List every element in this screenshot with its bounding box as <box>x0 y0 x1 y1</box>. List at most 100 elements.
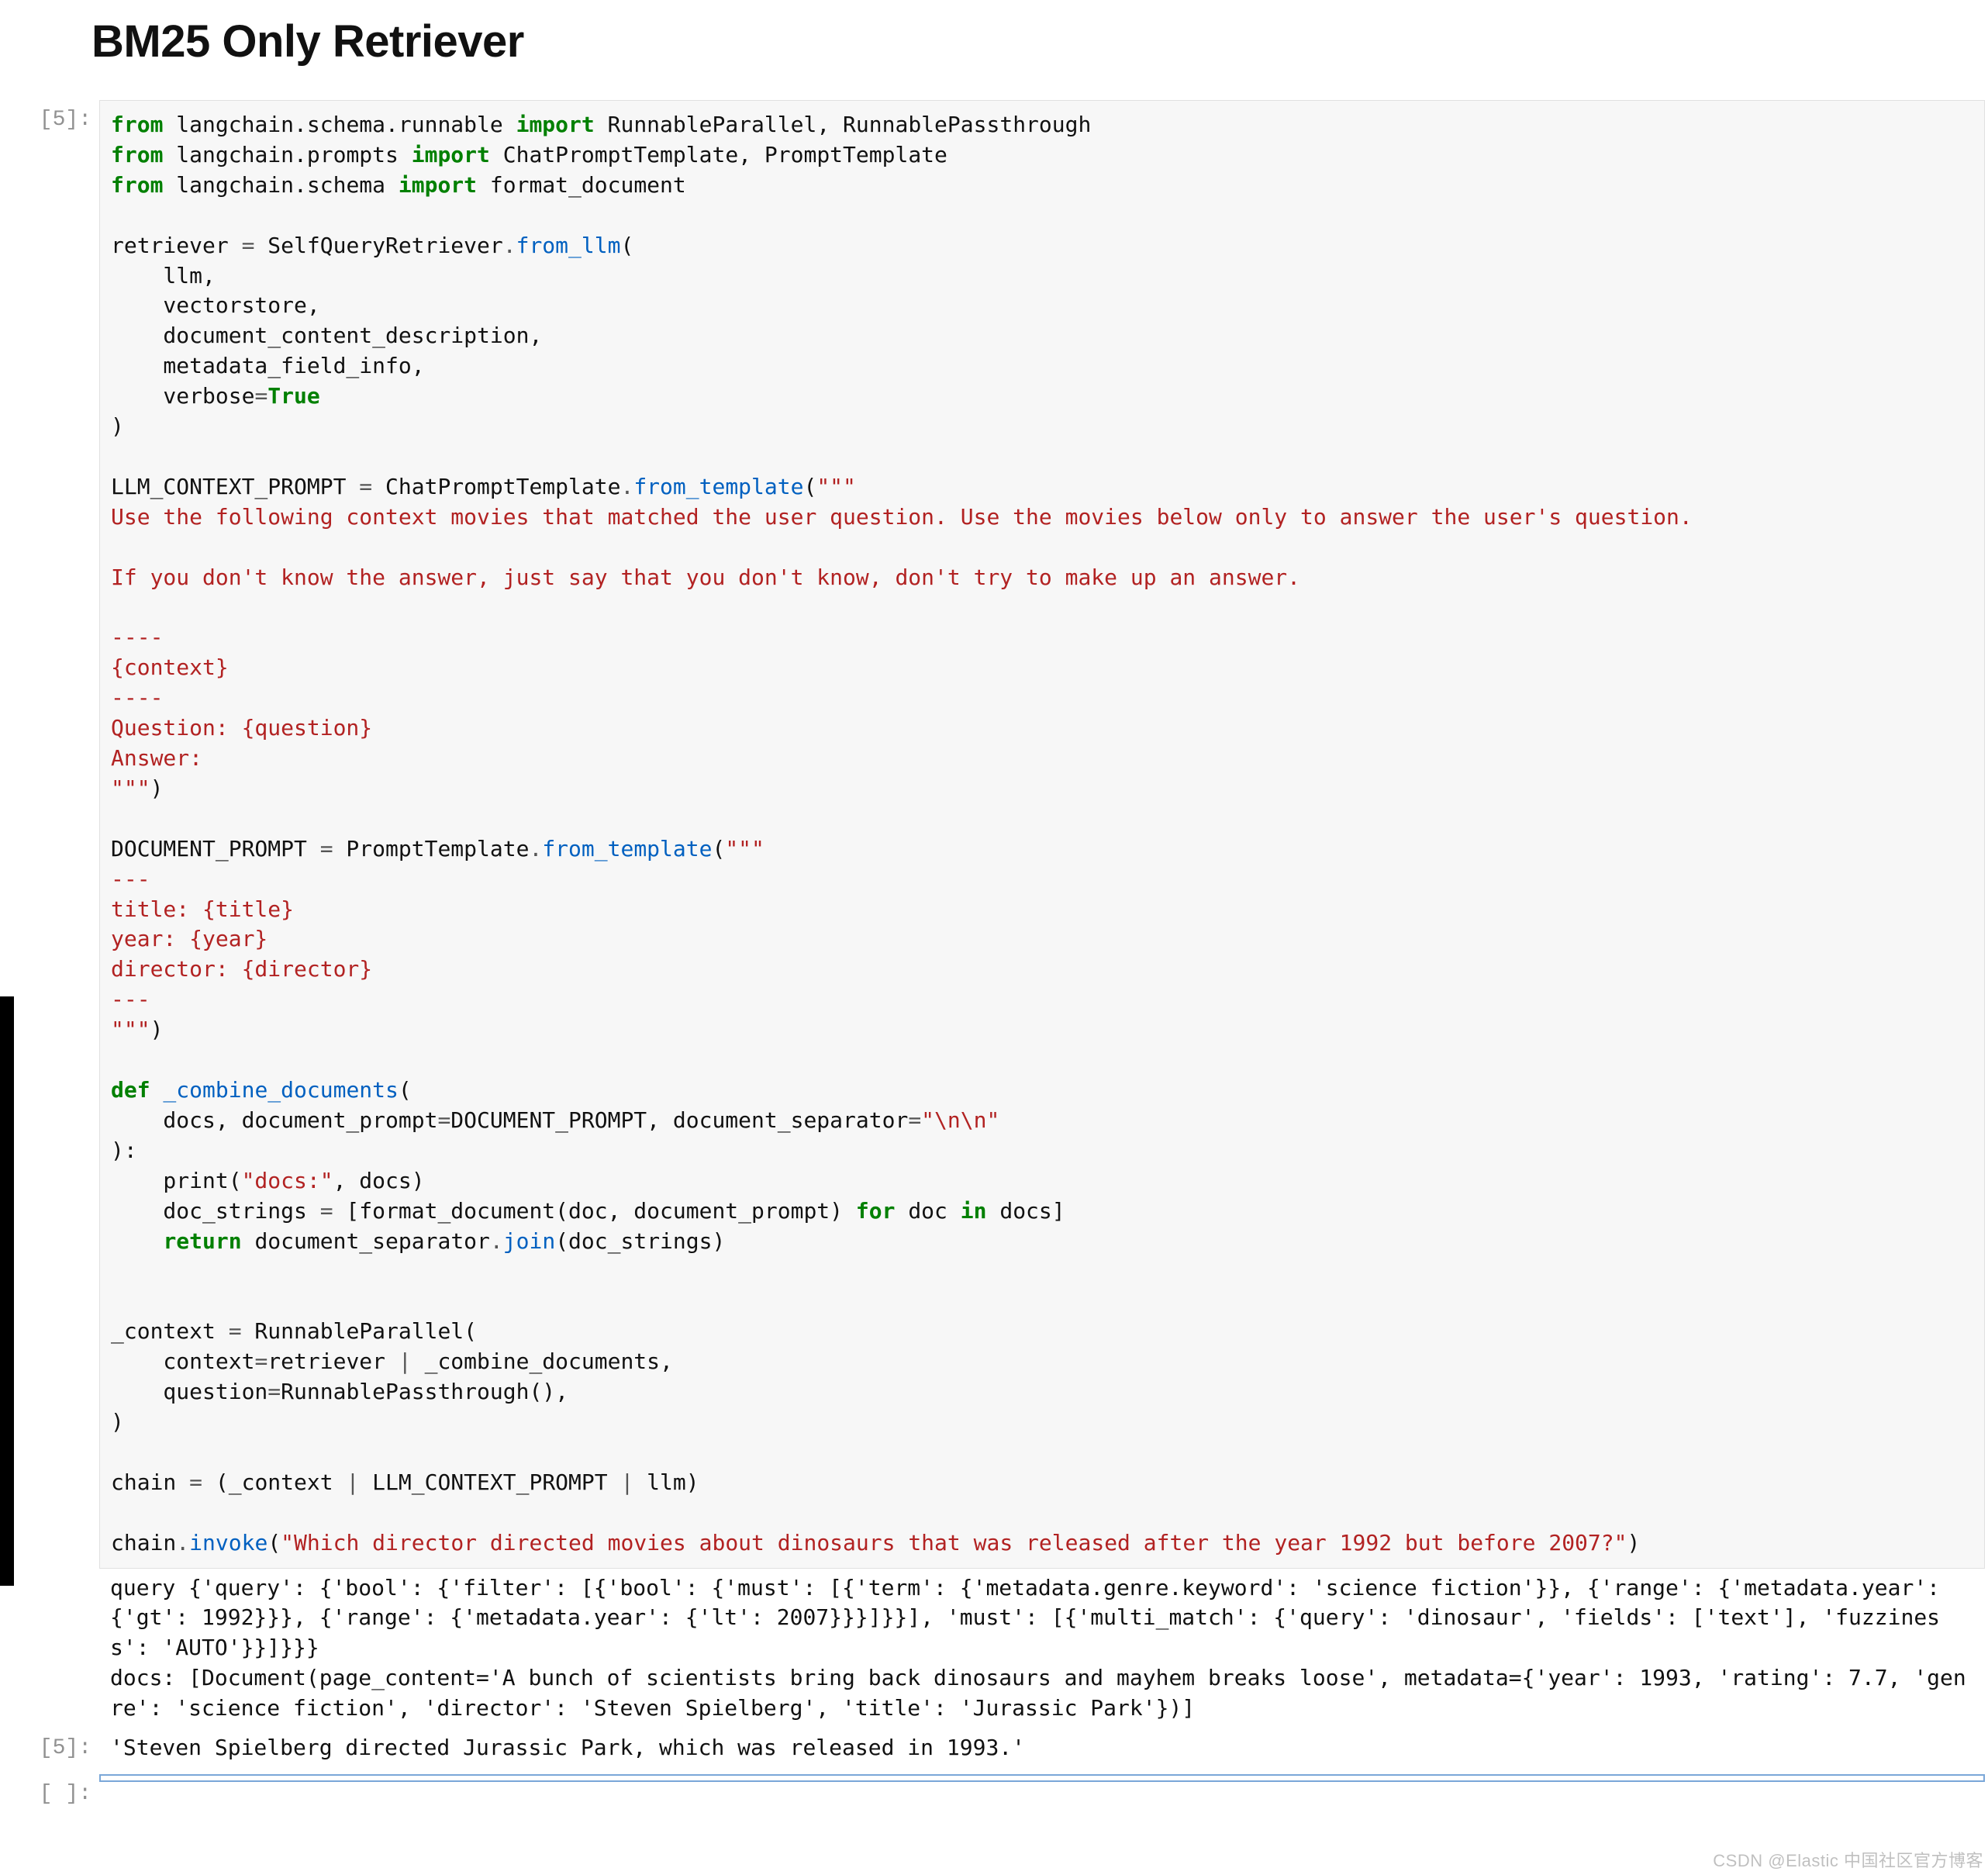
op: | <box>620 1469 633 1495</box>
op: = <box>254 1348 267 1374</box>
left-black-bar <box>0 996 14 1586</box>
op: = <box>437 1107 450 1133</box>
str: "\n\n" <box>921 1107 999 1133</box>
op: = <box>254 383 267 409</box>
input-prompt: [5]: <box>0 100 99 132</box>
op: . <box>176 1530 189 1556</box>
txt: langchain.prompts <box>163 142 411 167</box>
kw-in: in <box>961 1198 987 1224</box>
txt: ) <box>1627 1530 1641 1556</box>
op: . <box>529 836 542 862</box>
code-block[interactable]: from langchain.schema.runnable import Ru… <box>111 110 1973 1559</box>
txt: ChatPromptTemplate, PromptTemplate <box>490 142 947 167</box>
op: = <box>908 1107 921 1133</box>
txt: ): <box>111 1138 137 1163</box>
kw-import: import <box>399 172 477 198</box>
call: from_template <box>542 836 712 862</box>
txt: ( <box>803 474 816 499</box>
op: = <box>229 1318 242 1344</box>
txt: ChatPromptTemplate <box>372 474 620 499</box>
txt: format_document <box>477 172 686 198</box>
empty-prompt <box>0 1569 99 1576</box>
str: "Which director directed movies about di… <box>281 1530 1627 1556</box>
txt: print( <box>111 1168 242 1193</box>
txt: ) <box>111 1409 124 1435</box>
const: True <box>267 383 319 409</box>
op: = <box>189 1469 202 1495</box>
txt: format_document(doc, document_prompt) <box>359 1198 856 1224</box>
txt: document_separator <box>242 1228 490 1254</box>
txt: LLM_CONTEXT_PROMPT <box>359 1469 620 1495</box>
op: = <box>359 474 372 499</box>
op: . <box>490 1228 503 1254</box>
call: from_template <box>633 474 803 499</box>
txt: llm, <box>111 263 216 288</box>
txt: metadata_field_info, <box>111 353 425 378</box>
txt: LLM_CONTEXT_PROMPT <box>111 474 359 499</box>
output-prompt: [5]: <box>0 1728 99 1760</box>
stdout-docs: docs: [Document(page_content='A bunch of… <box>110 1665 1966 1721</box>
op: = <box>320 1198 333 1224</box>
txt: SelfQueryRetriever <box>254 233 502 258</box>
input-prompt-next: [ ]: <box>0 1774 99 1806</box>
kw-import: import <box>412 142 490 167</box>
code-area[interactable]: from langchain.schema.runnable import Ru… <box>99 100 1985 1569</box>
empty-code-input[interactable] <box>99 1774 1985 1782</box>
str: "docs:" <box>242 1168 333 1193</box>
kw-from: from <box>111 172 163 198</box>
txt: _combine_documents, <box>412 1348 673 1374</box>
txt: langchain.schema.runnable <box>163 112 516 137</box>
txt: DOCUMENT_PROMPT, document_separator <box>450 1107 908 1133</box>
txt: chain <box>111 1469 189 1495</box>
txt: llm) <box>633 1469 699 1495</box>
notebook-page: BM25 Only Retriever [5]: from langchain.… <box>0 0 1988 1875</box>
txt: verbose <box>111 383 254 409</box>
result-area: 'Steven Spielberg directed Jurassic Park… <box>99 1728 1985 1768</box>
result-text: 'Steven Spielberg directed Jurassic Park… <box>110 1733 1974 1763</box>
txt: langchain.schema <box>163 172 398 198</box>
op: . <box>503 233 516 258</box>
txt: chain <box>111 1530 176 1556</box>
txt: doc_strings <box>111 1198 320 1224</box>
txt: (doc_strings) <box>555 1228 725 1254</box>
kw-from: from <box>111 142 163 167</box>
txt: retriever <box>111 233 242 258</box>
input-cell-5: [5]: from langchain.schema.runnable impo… <box>0 100 1988 1569</box>
stdout-cell: query {'query': {'bool': {'filter': [{'b… <box>0 1569 1988 1729</box>
op: . <box>620 474 633 499</box>
txt: ( <box>712 836 725 862</box>
txt: _context <box>111 1318 229 1344</box>
txt: [ <box>333 1198 360 1224</box>
txt: vectorstore, <box>111 292 320 318</box>
kw-return: return <box>163 1228 241 1254</box>
watermark: CSDN @Elastic 中国社区官方博客 <box>1713 1847 1983 1872</box>
txt: , docs) <box>333 1168 425 1193</box>
op: = <box>267 1379 281 1404</box>
str: """ --- title: {title} year: {year} dire… <box>111 836 764 1042</box>
txt: ( <box>399 1077 412 1103</box>
txt: doc <box>895 1198 960 1224</box>
txt: ( <box>620 233 633 258</box>
op: | <box>399 1348 412 1374</box>
txt: (_context <box>202 1469 346 1495</box>
op: = <box>242 233 255 258</box>
txt: ( <box>267 1530 281 1556</box>
txt: ] <box>1052 1198 1065 1224</box>
kw-import: import <box>516 112 595 137</box>
txt: docs <box>986 1198 1051 1224</box>
next-input-cell: [ ]: <box>0 1774 1988 1806</box>
txt: question <box>111 1379 267 1404</box>
txt: RunnableParallel( <box>242 1318 477 1344</box>
call: from_llm <box>516 233 621 258</box>
txt: PromptTemplate <box>333 836 530 862</box>
stdout-area: query {'query': {'bool': {'filter': [{'b… <box>99 1569 1985 1729</box>
str: Use the following context movies that ma… <box>111 504 1693 801</box>
txt: context <box>111 1348 254 1374</box>
txt: RunnableParallel, RunnablePassthrough <box>595 112 1092 137</box>
kw-for: for <box>856 1198 896 1224</box>
txt: retriever <box>267 1348 399 1374</box>
stdout-query: query {'query': {'bool': {'filter': [{'b… <box>110 1575 1953 1661</box>
call: invoke <box>189 1530 267 1556</box>
txt: DOCUMENT_PROMPT <box>111 836 320 862</box>
txt: RunnablePassthrough(), <box>281 1379 568 1404</box>
